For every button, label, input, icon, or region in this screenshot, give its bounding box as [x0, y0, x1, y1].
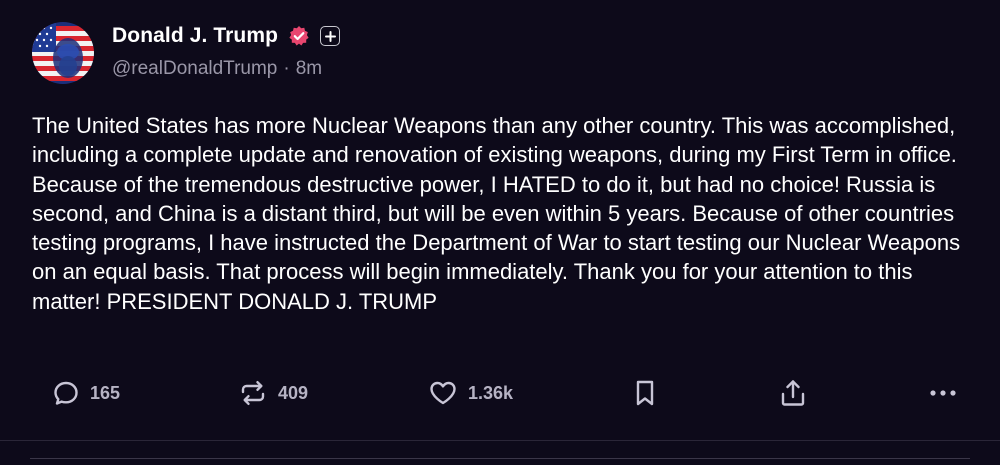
post-body-text: The United States has more Nuclear Weapo…: [32, 113, 961, 314]
reply-count: 165: [90, 382, 121, 403]
heart-icon: [428, 379, 458, 407]
like-count: 1.36k: [468, 382, 514, 403]
bookmark-button[interactable]: [633, 375, 657, 411]
post-card: Donald J. Trump @realDonaldTrump · 8m Th…: [0, 0, 1000, 464]
retruth-button[interactable]: 409: [238, 375, 308, 411]
author-display-name[interactable]: Donald J. Trump: [112, 24, 278, 48]
retruth-icon: [238, 379, 268, 407]
meta-separator: ·: [283, 58, 290, 79]
retruth-count: 409: [278, 382, 309, 403]
plus-badge-icon: [320, 26, 341, 46]
share-button[interactable]: [779, 375, 807, 411]
share-icon: [779, 378, 807, 408]
avatar-image: [32, 22, 94, 84]
post-time[interactable]: 8m: [296, 58, 322, 80]
post-divider: [0, 440, 1000, 441]
verified-check-icon: [288, 25, 310, 47]
avatar[interactable]: [32, 22, 94, 84]
reply-icon: [52, 379, 80, 407]
author-name-row: Donald J. Trump: [112, 22, 341, 50]
more-icon: [928, 388, 958, 398]
author-meta-row: @realDonaldTrump · 8m: [112, 58, 322, 80]
author-handle[interactable]: @realDonaldTrump: [112, 58, 277, 80]
reply-button[interactable]: 165: [52, 375, 120, 411]
like-button[interactable]: 1.36k: [428, 375, 513, 411]
bookmark-icon: [633, 378, 657, 408]
post-actions-bar: 165 409 1.36k: [0, 375, 1000, 411]
more-options-button[interactable]: [928, 375, 958, 411]
